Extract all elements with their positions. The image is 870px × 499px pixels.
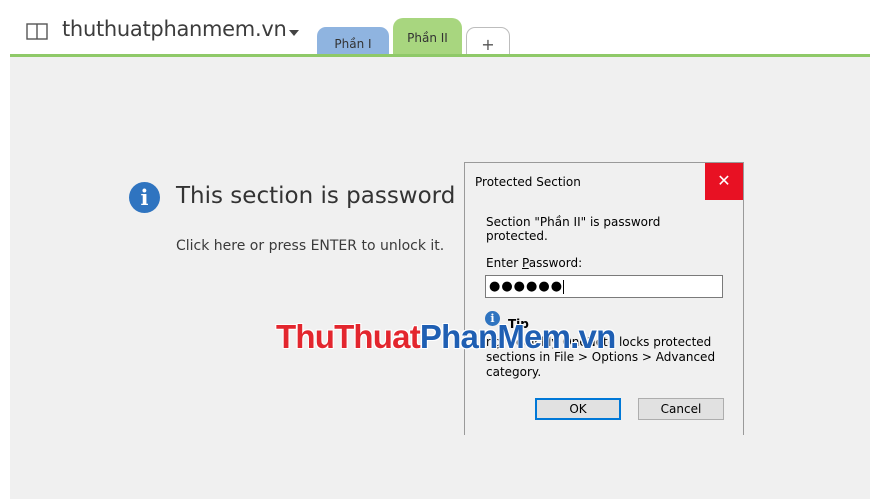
- ok-button[interactable]: OK: [535, 398, 621, 420]
- tab-label: Phần II: [407, 31, 448, 45]
- cancel-button[interactable]: Cancel: [638, 398, 724, 420]
- chevron-down-icon[interactable]: [289, 30, 299, 36]
- notebook-header: thuthuatphanmem.vn Phần I Phần II +: [0, 0, 870, 57]
- dialog-message: Section "Phần II" is password protected.: [486, 215, 661, 243]
- tab-label: Phần I: [334, 37, 372, 51]
- text-caret: [563, 279, 565, 294]
- unlock-hint[interactable]: Click here or press ENTER to unlock it.: [176, 238, 444, 254]
- plus-icon: +: [481, 35, 495, 54]
- password-protected-title[interactable]: This section is password p: [176, 183, 477, 209]
- tab-phan-i[interactable]: Phần I: [317, 27, 389, 57]
- password-label: Enter Password:: [486, 256, 583, 270]
- close-icon: ✕: [717, 171, 731, 190]
- info-icon: i: [129, 182, 160, 213]
- password-value: ●●●●●●: [489, 279, 564, 294]
- dialog-title: Protected Section: [475, 175, 581, 189]
- tab-phan-ii[interactable]: Phần II: [393, 18, 462, 57]
- protected-section-dialog: Protected Section ✕ Section "Phần II" is…: [464, 162, 744, 435]
- close-button[interactable]: ✕: [705, 163, 743, 200]
- watermark-logo: ThuThuatPhanMem.vn: [276, 318, 616, 355]
- add-section-button[interactable]: +: [466, 27, 510, 57]
- notebook-name[interactable]: thuthuatphanmem.vn: [62, 17, 287, 41]
- password-input[interactable]: ●●●●●●: [485, 275, 723, 298]
- notebook-icon: [26, 23, 48, 40]
